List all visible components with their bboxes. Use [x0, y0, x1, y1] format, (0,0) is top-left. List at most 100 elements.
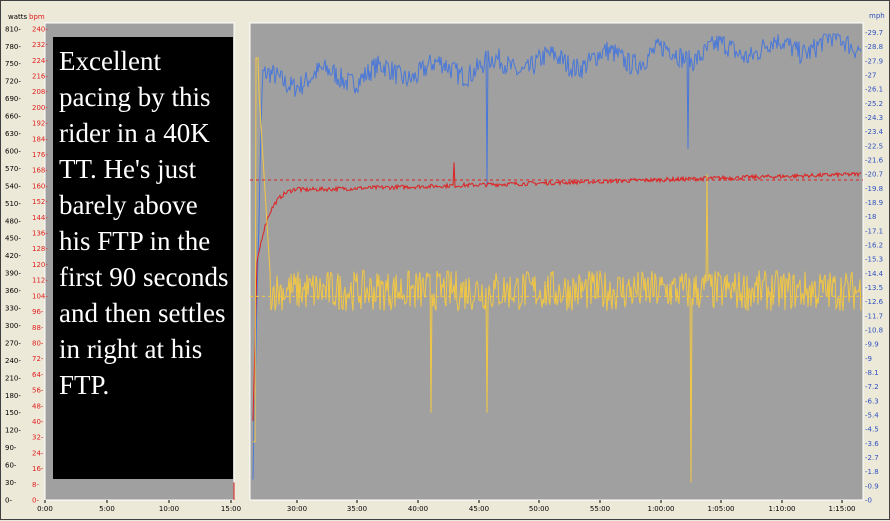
watts-tick-label: 300- — [5, 322, 21, 330]
time-tick-label: 1:15:00 — [829, 505, 856, 513]
mph-unit-label: mph — [869, 12, 885, 20]
mph-tick-label: -15.3 — [865, 256, 883, 264]
time-tick-label: 50:00 — [529, 505, 549, 513]
watts-tick-label: 150- — [5, 409, 21, 417]
annotation-text: Excellent pacing by this rider in a 40K … — [59, 46, 229, 400]
mph-tick-label: -26.1 — [865, 86, 883, 94]
watts-tick-label: 270- — [5, 339, 21, 347]
watts-tick-label: 570- — [5, 165, 21, 173]
bpm-tick-label: 40- — [32, 418, 44, 426]
mph-tick-label: -1.8 — [865, 468, 879, 476]
bpm-tick-label: 216- — [32, 73, 48, 81]
watts-tick-label: 450- — [5, 235, 21, 243]
time-tick-label: 40:00 — [408, 505, 428, 513]
watts-tick-label: 480- — [5, 217, 21, 225]
watts-tick-label: 240- — [5, 357, 21, 365]
watts-tick-label: 690- — [5, 95, 21, 103]
bpm-tick-label: 48- — [32, 402, 44, 410]
watts-unit-label: watts — [8, 13, 28, 21]
right-plot-area — [249, 22, 864, 501]
bpm-tick-label: 8- — [32, 481, 39, 489]
mph-tick-label: -29.7 — [865, 29, 883, 37]
annotation-box: Excellent pacing by this rider in a 40K … — [53, 37, 233, 479]
watts-tick-label: 810- — [5, 25, 21, 33]
bpm-tick-label: 184- — [32, 135, 48, 143]
time-tick-label: 0:00 — [37, 505, 53, 513]
mph-tick-label: -18 — [865, 213, 876, 221]
time-tick-label: 1:05:00 — [708, 505, 735, 513]
bpm-tick-label: 224- — [32, 57, 48, 65]
mph-tick-label: -0.9 — [865, 482, 879, 490]
bpm-tick-label: 144- — [32, 214, 48, 222]
watts-tick-label: 600- — [5, 147, 21, 155]
time-tick-label: 1:10:00 — [769, 505, 796, 513]
mph-tick-label: -11.7 — [865, 312, 883, 320]
mph-tick-label: -17.1 — [865, 227, 883, 235]
watts-tick-label: 750- — [5, 60, 21, 68]
bpm-tick-label: 160- — [32, 182, 48, 190]
mph-tick-label: -13.5 — [865, 284, 883, 292]
bpm-tick-label: 208- — [32, 88, 48, 96]
mph-tick-label: -23.4 — [865, 128, 884, 136]
bpm-tick-label: 176- — [32, 151, 48, 159]
watts-tick-label: 420- — [5, 252, 21, 260]
mph-tick-label: -18.9 — [865, 199, 883, 207]
mph-tick-label: -28.8 — [865, 43, 883, 51]
mph-tick-label: -16.2 — [865, 241, 883, 249]
bpm-tick-label: 80- — [32, 339, 44, 347]
bpm-tick-label: 56- — [32, 387, 44, 395]
time-tick-label: 1:00:00 — [648, 505, 675, 513]
watts-tick-label: 30- — [5, 479, 17, 487]
bpm-tick-label: 104- — [32, 292, 48, 300]
watts-tick-label: 660- — [5, 113, 21, 121]
bpm-tick-label: 24- — [32, 449, 44, 457]
bpm-unit-label: bpm — [29, 13, 45, 21]
mph-tick-label: -21.6 — [865, 156, 884, 164]
mph-tick-label: -6.3 — [865, 397, 879, 405]
mph-tick-label: -12.6 — [865, 298, 884, 306]
mph-tick-label: -19.8 — [865, 185, 883, 193]
mph-tick-label: -5.4 — [865, 411, 879, 419]
bpm-tick-label: 72- — [32, 355, 44, 363]
bpm-tick-label: 16- — [32, 465, 44, 473]
bpm-tick-label: 32- — [32, 434, 44, 442]
watts-tick-label: 0- — [5, 497, 12, 505]
watts-tick-label: 120- — [5, 427, 21, 435]
watts-tick-label: 390- — [5, 270, 21, 278]
mph-tick-label: -27 — [865, 71, 876, 79]
watts-tick-label: 630- — [5, 130, 21, 138]
time-tick-label: 10:00 — [159, 505, 179, 513]
time-axis: 0:00 5:00 10:00 15:00 30:00 35:00 40:00 45:00 50… — [37, 500, 856, 513]
mph-tick-label: -8.1 — [865, 369, 879, 377]
watts-tick-label: 360- — [5, 287, 21, 295]
bpm-tick-label: 88- — [32, 324, 44, 332]
time-tick-label: 30:00 — [287, 505, 307, 513]
time-tick-label: 5:00 — [99, 505, 115, 513]
bpm-tick-label: 152- — [32, 198, 48, 206]
mph-tick-label: -7.2 — [865, 383, 879, 391]
time-tick-label: 45:00 — [469, 505, 489, 513]
watts-tick-label: 180- — [5, 392, 21, 400]
watts-tick-label: 90- — [5, 444, 17, 452]
mph-tick-label: -14.4 — [865, 270, 884, 278]
time-tick-label: 15:00 — [221, 505, 241, 513]
bpm-tick-label: 0- — [32, 497, 39, 505]
watts-tick-label: 210- — [5, 374, 21, 382]
mph-tick-label: -25.2 — [865, 100, 883, 108]
mph-tick-label: -3.6 — [865, 440, 879, 448]
bpm-tick-label: 128- — [32, 245, 48, 253]
bpm-tick-label: 112- — [32, 277, 48, 285]
watts-tick-label: 330- — [5, 305, 21, 313]
mph-tick-label: -9 — [865, 355, 872, 363]
bpm-tick-label: 192- — [32, 120, 48, 128]
watts-tick-label: 720- — [5, 78, 21, 86]
mph-tick-label: -20.7 — [865, 171, 883, 179]
bpm-tick-label: 232- — [32, 41, 48, 49]
mph-tick-label: -4.5 — [865, 426, 879, 434]
mph-axis: -0 -0.9 -1.8 -2.7 -3.6 -4.5 -5.4 -6.3 -7.2 -8.1 -9… — [865, 29, 884, 505]
watts-tick-label: 510- — [5, 200, 21, 208]
mph-tick-label: -22.5 — [865, 142, 883, 150]
bpm-tick-label: 200- — [32, 104, 48, 112]
mph-tick-label: -9.9 — [865, 341, 879, 349]
mph-tick-label: -0 — [865, 497, 872, 505]
